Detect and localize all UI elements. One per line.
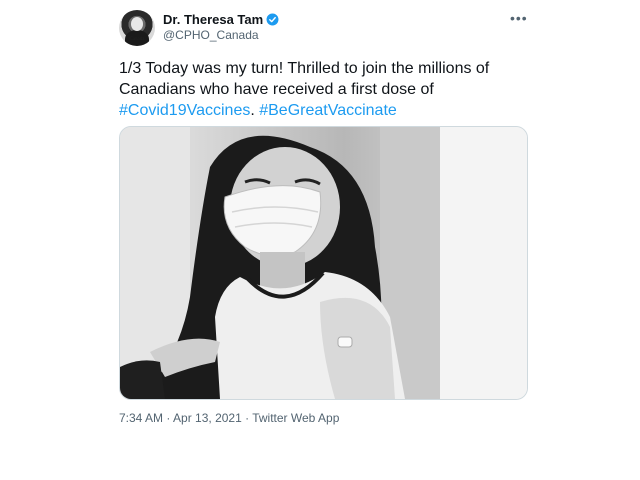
author-name-row: Dr. Theresa Tam — [163, 12, 279, 27]
tweet-card: Canada Dr. Theresa Tam @CPHO_Canada ••• … — [105, 0, 537, 480]
tweet-text: 1/3 Today was my turn! Thrilled to join … — [119, 58, 529, 121]
more-options-icon[interactable]: ••• — [510, 10, 528, 26]
meta-dot-separator: · — [241, 411, 253, 425]
hashtag-covid19vaccines[interactable]: #Covid19Vaccines — [119, 102, 250, 119]
author-handle[interactable]: @CPHO_Canada — [163, 28, 259, 42]
tweet-date[interactable]: Apr 13, 2021 — [173, 411, 242, 425]
tweet-source-app[interactable]: Twitter Web App — [252, 411, 339, 425]
tweet-time[interactable]: 7:34 AM — [119, 411, 163, 425]
avatar-face — [131, 17, 143, 31]
tweet-text-line-1: 1/3 Today was my turn! Thrilled to join … — [119, 60, 490, 77]
author-display-name[interactable]: Dr. Theresa Tam — [163, 12, 263, 27]
avatar-caption: Canada — [129, 37, 145, 42]
tweet-text-line-2: Canadians who have received a first dose… — [119, 81, 434, 98]
verified-badge-icon — [266, 13, 279, 26]
tweet-metadata: 7:34 AM · Apr 13, 2021 · Twitter Web App — [119, 411, 339, 425]
tweet-text-separator: . — [250, 102, 260, 119]
meta-dot-separator: · — [163, 411, 174, 425]
tweet-text-line-3: #Covid19Vaccines. #BeGreatVaccinate — [119, 100, 529, 121]
tweet-photo[interactable] — [119, 126, 528, 400]
hashtag-begreatvaccinate[interactable]: #BeGreatVaccinate — [259, 102, 397, 119]
